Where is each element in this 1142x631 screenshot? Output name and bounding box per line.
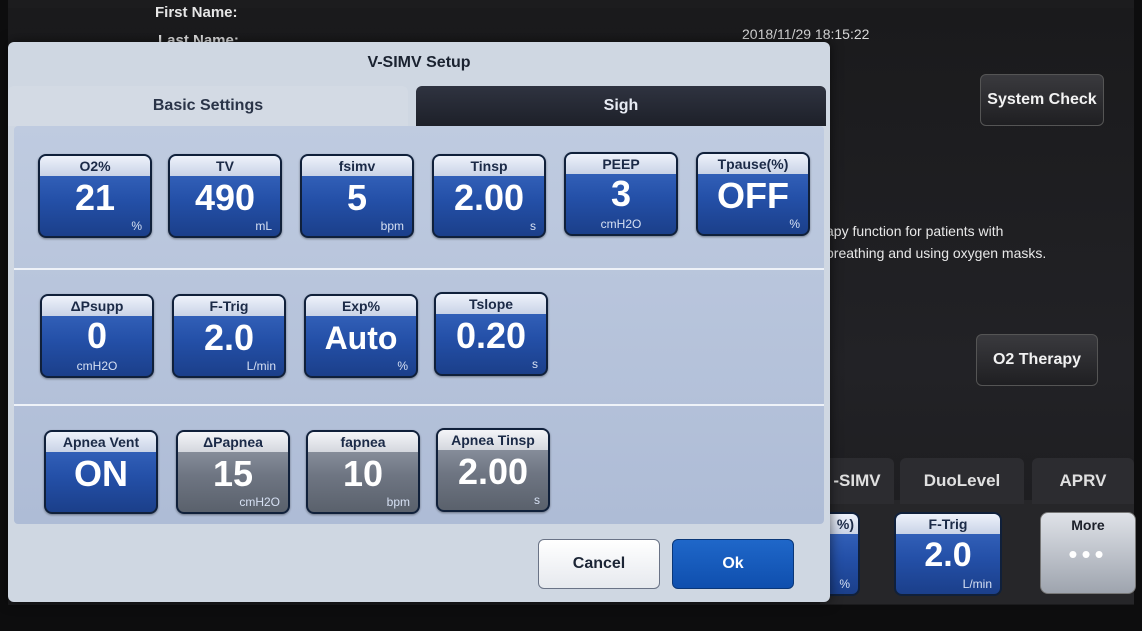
tab-sigh[interactable]: Sigh [416,86,826,126]
more-dots-icon: ••• [1068,539,1108,569]
bottom-param-f-trig[interactable]: F-Trig 2.0 L/min [894,512,1002,596]
param-label: ΔPsupp [42,296,152,316]
param-unit: mL [255,219,272,233]
param-value: 0 [86,315,108,356]
param-apnea-vent[interactable]: Apnea Vent ON [44,430,158,514]
param-value: 21 [74,177,116,218]
param-unit: bpm [380,219,404,233]
param-value: 15 [212,453,254,494]
param-f-trig[interactable]: F-Trig 2.0 L/min [172,294,286,378]
param-tpause[interactable]: Tpause(%) OFF % [696,152,810,236]
param-value: OFF [717,175,789,216]
param-value: 2.0 [924,536,972,574]
param-o2[interactable]: O2% 21 % [38,154,152,238]
param-value: 3 [610,173,632,214]
ok-button[interactable]: Ok [672,539,794,589]
mode-tab-duolevel[interactable]: DuoLevel [900,458,1024,504]
param-value: 5 [346,177,368,218]
param-label: O2% [40,156,150,176]
cancel-button[interactable]: Cancel [538,539,660,589]
param-label: fapnea [308,432,418,452]
more-button[interactable]: More ••• [1040,512,1136,594]
param-label: fsimv [302,156,412,176]
param-unit: L/min [962,577,992,591]
param-label: Tslope [436,294,546,314]
param-fsimv[interactable]: fsimv 5 bpm [300,154,414,238]
datetime: 2018/11/29 18:15:22 [742,26,870,42]
row-divider [14,404,824,406]
param-unit: s [530,219,536,233]
param-value: 10 [342,453,384,494]
param-value: 0.20 [455,315,527,356]
param-value: Auto [324,320,398,356]
param-unit: bpm [386,495,410,509]
param-exp[interactable]: Exp% Auto % [304,294,418,378]
param-tinsp[interactable]: Tinsp 2.00 s [432,154,546,238]
param-label: F-Trig [896,514,1000,534]
param-fapnea[interactable]: fapnea 10 bpm [306,430,420,514]
param-label: PEEP [566,154,676,174]
tab-basic-settings[interactable]: Basic Settings [8,86,408,126]
setup-dialog: V-SIMV Setup Basic Settings Sigh O2% 21 … [8,42,830,602]
param-tslope[interactable]: Tslope 0.20 s [434,292,548,376]
param-delta-papnea[interactable]: ΔPapnea 15 cmH2O [176,430,290,514]
param-unit: L/min [246,359,276,373]
o2-therapy-button[interactable]: O2 Therapy [976,334,1098,386]
param-label: Apnea Tinsp [438,430,548,450]
param-unit: cmH2O [600,217,642,231]
system-check-button[interactable]: System Check [980,74,1104,126]
param-value: 2.00 [457,451,529,492]
param-unit: s [532,357,538,371]
param-label: Tinsp [434,156,544,176]
mode-tab-aprv[interactable]: APRV [1032,458,1134,504]
param-value: 490 [194,177,256,218]
param-label: TV [170,156,280,176]
param-label: Exp% [306,296,416,316]
param-delta-psupp[interactable]: ΔPsupp 0 cmH2O [40,294,154,378]
param-unit: % [131,219,142,233]
param-value: 2.00 [453,177,525,218]
param-unit: cmH2O [239,495,280,509]
row-divider [14,268,824,270]
param-unit: cmH2O [76,359,118,373]
mode-tab-simv[interactable]: -SIMV [820,458,894,504]
param-unit: s [534,493,540,507]
param-label: F-Trig [174,296,284,316]
param-value: 2.0 [203,317,255,358]
param-apnea-tinsp[interactable]: Apnea Tinsp 2.00 s [436,428,550,512]
param-label: Tpause(%) [698,154,808,174]
param-value: ON [74,453,128,494]
param-label: ΔPapnea [178,432,288,452]
description-line-1: apy function for patients with [826,223,1004,239]
description-line-2: breathing and using oxygen masks. [826,245,1047,261]
param-peep[interactable]: PEEP 3 cmH2O [564,152,678,236]
param-tv[interactable]: TV 490 mL [168,154,282,238]
dialog-title: V-SIMV Setup [367,54,471,71]
first-name-label: First Name: [155,4,238,21]
param-unit: % [789,217,800,231]
param-unit: % [839,577,850,591]
param-label: Apnea Vent [46,432,156,452]
param-unit: % [397,359,408,373]
more-label: More [1071,517,1105,533]
